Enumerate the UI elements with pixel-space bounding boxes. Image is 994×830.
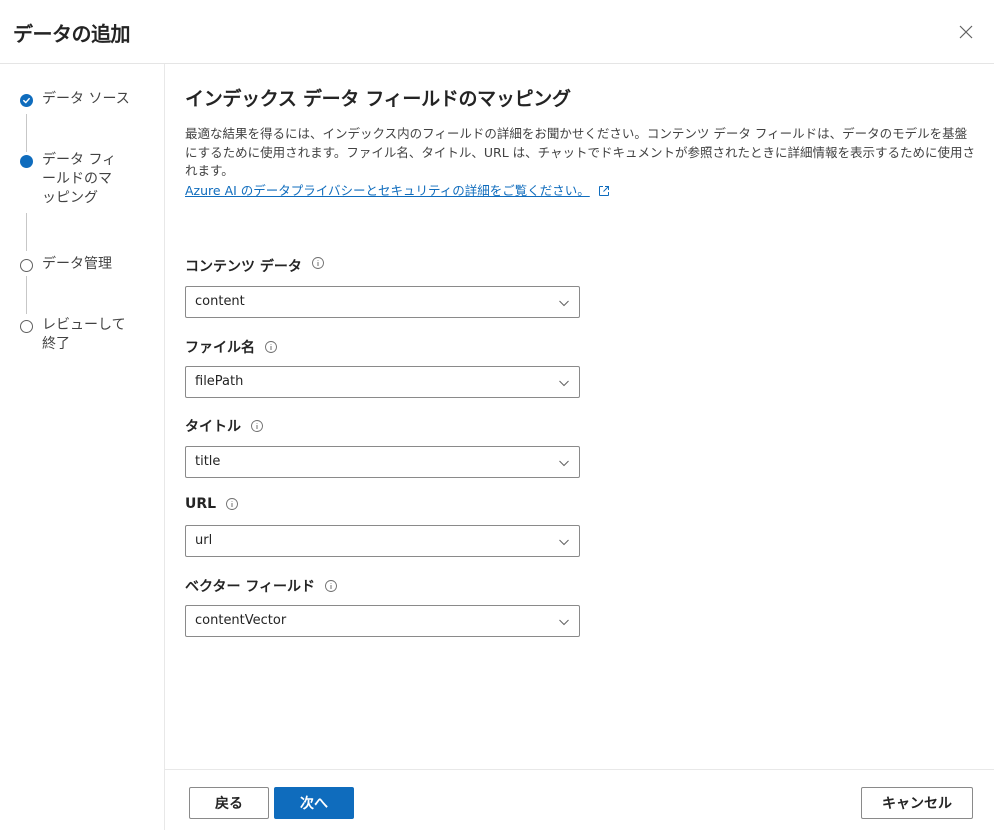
- step-review-finish[interactable]: レビューして終了: [20, 316, 127, 354]
- chevron-down-icon: [559, 460, 569, 467]
- step-connector: [26, 114, 27, 152]
- chevron-down-icon: [559, 300, 569, 307]
- step-connector: [26, 213, 27, 251]
- page-description: 最適な結果を得るには、インデックス内のフィールドの詳細をお聞かせください。コンテ…: [185, 125, 977, 200]
- title-label: タイトル: [185, 416, 264, 436]
- step-current-icon: [20, 155, 33, 168]
- field-label-text: ベクター フィールド: [185, 579, 316, 595]
- info-icon[interactable]: [250, 419, 264, 433]
- privacy-link-text: Azure AI のデータプライバシーとセキュリティの詳細をご覧ください。: [185, 182, 590, 198]
- url-select[interactable]: url: [185, 525, 580, 557]
- step-data-management[interactable]: データ管理: [20, 255, 154, 274]
- step-label: データ管理: [42, 256, 112, 272]
- step-connector: [26, 276, 27, 314]
- content-data-select[interactable]: content: [185, 286, 580, 318]
- info-icon[interactable]: [264, 340, 278, 354]
- field-label-text: ファイル名: [185, 340, 255, 356]
- main-content: インデックス データ フィールドのマッピング 最適な結果を得るには、インデックス…: [185, 84, 980, 200]
- close-button[interactable]: [954, 20, 978, 44]
- chevron-down-icon: [559, 539, 569, 546]
- step-data-source[interactable]: データ ソース: [20, 90, 154, 109]
- step-pending-icon: [20, 259, 33, 272]
- info-icon[interactable]: [324, 579, 338, 593]
- vector-field-select[interactable]: contentVector: [185, 605, 580, 637]
- external-link-icon: [598, 185, 609, 196]
- page-title: インデックス データ フィールドのマッピング: [185, 88, 571, 110]
- dialog-header: データの追加: [0, 0, 994, 64]
- step-label: データ ソース: [42, 91, 130, 107]
- info-icon[interactable]: [311, 256, 325, 270]
- select-value: contentVector: [195, 613, 287, 628]
- dialog-footer: 戻る 次へ キャンセル: [165, 769, 994, 830]
- file-name-select[interactable]: filePath: [185, 366, 580, 398]
- back-button[interactable]: 戻る: [189, 787, 269, 819]
- step-pending-icon: [20, 320, 33, 333]
- checkmark-icon: [23, 97, 30, 104]
- step-field-mapping[interactable]: データ フィールドのマッピング: [20, 151, 122, 208]
- select-value: title: [195, 454, 221, 469]
- chevron-down-icon: [559, 380, 569, 387]
- select-value: url: [195, 533, 213, 548]
- chevron-down-icon: [559, 619, 569, 626]
- step-complete-icon: [20, 94, 33, 107]
- select-value: content: [195, 294, 245, 309]
- title-select[interactable]: title: [185, 446, 580, 478]
- info-icon[interactable]: [225, 497, 239, 511]
- field-label-text: URL: [185, 496, 217, 512]
- content-data-label: コンテンツ データ: [185, 256, 325, 276]
- step-label: データ フィールドのマッピング: [42, 152, 117, 206]
- vector-field-label: ベクター フィールド: [185, 576, 338, 596]
- cancel-button[interactable]: キャンセル: [861, 787, 973, 819]
- next-button[interactable]: 次へ: [274, 787, 354, 819]
- file-name-label: ファイル名: [185, 337, 278, 357]
- url-label: URL: [185, 496, 239, 512]
- step-label: レビューして終了: [42, 317, 126, 352]
- description-text: 最適な結果を得るには、インデックス内のフィールドの詳細をお聞かせください。コンテ…: [185, 126, 976, 178]
- select-value: filePath: [195, 374, 244, 389]
- close-icon: [959, 25, 973, 39]
- field-label-text: コンテンツ データ: [185, 259, 302, 275]
- field-label-text: タイトル: [185, 419, 241, 435]
- wizard-steps: データ ソース データ フィールドのマッピング データ管理 レビューして終了: [0, 64, 165, 830]
- dialog-title: データの追加: [13, 22, 131, 46]
- privacy-link[interactable]: Azure AI のデータプライバシーとセキュリティの詳細をご覧ください。: [185, 182, 610, 201]
